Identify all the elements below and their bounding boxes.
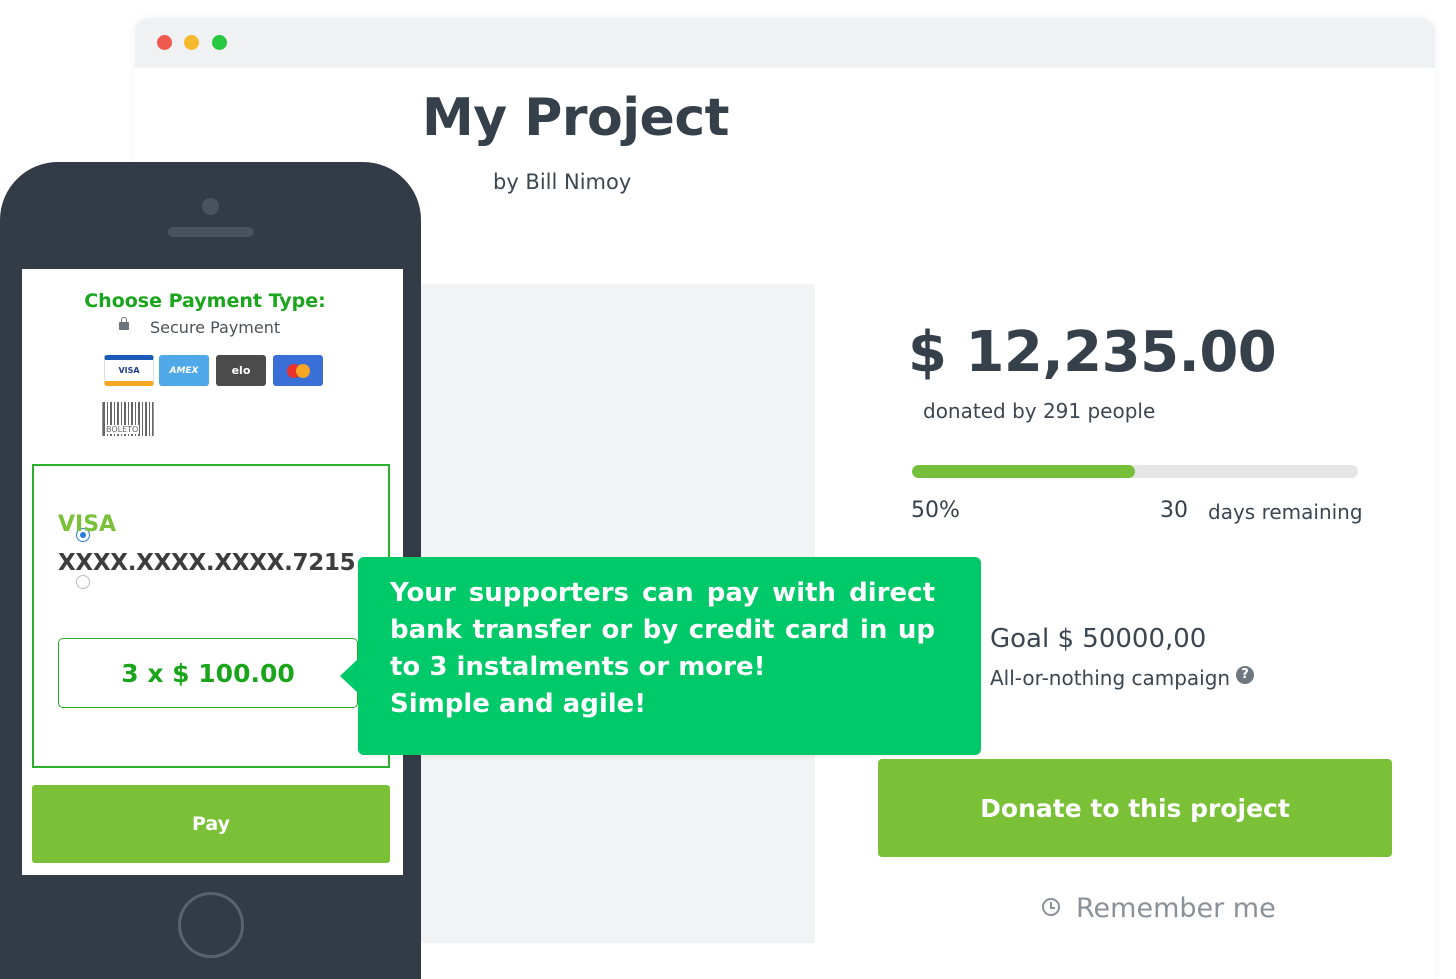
help-icon[interactable]: ? (1236, 666, 1254, 684)
funding-percent: 50% (911, 498, 960, 523)
phone-screen: Choose Payment Type: Secure Payment VISA… (22, 269, 403, 875)
close-window-dot[interactable] (157, 35, 172, 50)
days-remaining-label: days remaining (1208, 500, 1363, 524)
pay-button[interactable]: Pay (32, 785, 390, 863)
secure-payment-label: Secure Payment (150, 318, 281, 337)
donate-button[interactable]: Donate to this project (878, 759, 1392, 857)
payment-type-title: Choose Payment Type: (84, 290, 326, 312)
donor-count: donated by 291 people (923, 399, 1156, 423)
callout-text: Your supporters can pay with direct bank… (390, 578, 935, 682)
campaign-type: All-or-nothing campaign (990, 666, 1231, 690)
phone-speaker (168, 227, 254, 237)
payment-callout: Your supporters can pay with direct bank… (358, 557, 981, 755)
card-brand: VISA (58, 512, 117, 537)
clock-icon[interactable] (1042, 898, 1060, 916)
card-number: XXXX.XXXX.XXXX.7215 (58, 550, 356, 576)
amex-logo: AMEX (159, 355, 209, 386)
callout-arrow (340, 658, 359, 694)
funding-progress-fill (912, 465, 1135, 478)
card-details-box: VISA XXXX.XXXX.XXXX.7215 3 x $ 100.00 (32, 464, 390, 768)
funding-goal: Goal $ 50000,00 (990, 624, 1207, 654)
mastercard-logo (273, 355, 323, 386)
days-remaining-number: 30 (1160, 498, 1188, 523)
project-author: by Bill Nimoy (493, 170, 632, 194)
mastercard-yellow-circle (295, 363, 310, 378)
amount-raised: $ 12,235.00 (908, 320, 1277, 385)
remember-me-link[interactable]: Remember me (1076, 893, 1276, 924)
phone-home-button[interactable] (178, 892, 244, 958)
funding-progress-bar (912, 465, 1358, 478)
phone-camera (202, 198, 219, 215)
visa-logo: VISA (104, 355, 154, 386)
project-title: My Project (422, 88, 730, 148)
lock-icon (119, 317, 129, 330)
instalments-selector[interactable]: 3 x $ 100.00 (58, 638, 358, 708)
minimize-window-dot[interactable] (184, 35, 199, 50)
elo-logo: elo (216, 355, 266, 386)
maximize-window-dot[interactable] (212, 35, 227, 50)
callout-tagline: Simple and agile! (390, 689, 647, 719)
browser-title-bar (135, 18, 1435, 68)
boleto-label: BOLETO (105, 425, 140, 434)
